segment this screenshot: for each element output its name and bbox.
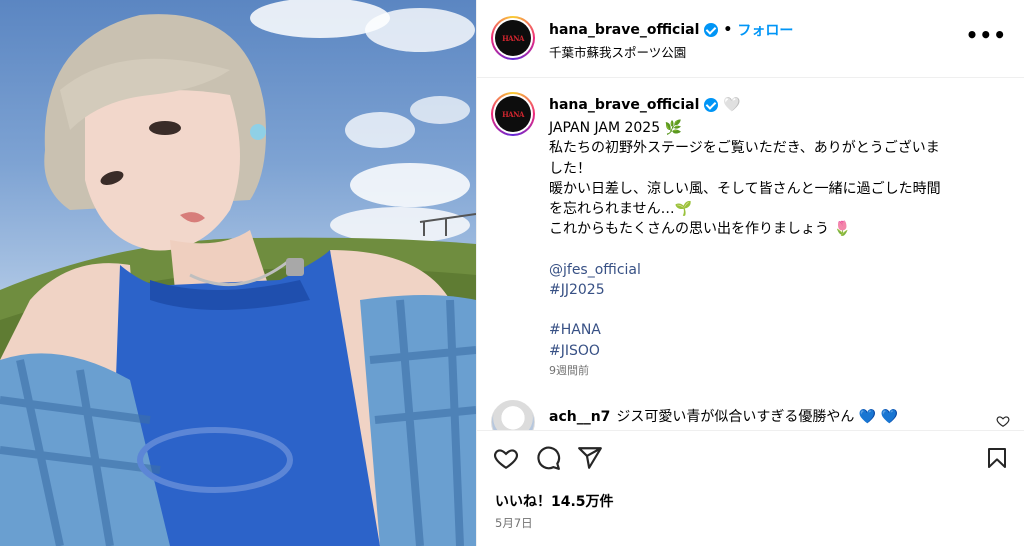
avatar-logo-text: HANA <box>502 109 524 119</box>
header-user-row: hana_brave_official • フォロー <box>549 20 793 40</box>
comment-like-heart-icon[interactable] <box>996 414 1010 428</box>
separator-dot: • <box>723 22 733 38</box>
avatar-logo-text: HANA <box>502 33 524 43</box>
post-date: 5月7日 <box>495 516 533 530</box>
more-options-icon[interactable]: ••• <box>966 25 1007 45</box>
hashtag-link-jisoo[interactable]: #JISOO <box>549 343 600 359</box>
follow-button[interactable]: フォロー <box>737 20 793 40</box>
caption-line: した！ <box>549 160 591 177</box>
hashtag-link-hana[interactable]: #HANA <box>549 322 601 338</box>
comment-hearts: 💙 💙 <box>858 409 899 425</box>
likes-count[interactable]: いいね！14.5万件 <box>495 491 614 511</box>
caption-line: 暖かい日差し、涼しい風、そして皆さんと一緒に過ごした時間 <box>549 180 941 197</box>
caption-line-blank <box>549 300 989 320</box>
verified-badge-icon <box>704 23 719 37</box>
commenter-username[interactable]: ach__n7 <box>549 409 610 425</box>
hashtag-link-jj2025[interactable]: #JJ2025 <box>549 282 605 298</box>
like-heart-icon[interactable] <box>493 445 519 471</box>
action-icons <box>493 445 603 471</box>
caption-line: JAPAN JAM 2025 🌿 <box>549 120 683 136</box>
heart-emoji: 🤍 <box>723 97 741 113</box>
caption-line-blank <box>549 240 989 260</box>
post-side-panel: HANA hana_brave_official • フォロー 千葉市蘇我スポー… <box>476 0 1024 546</box>
comment-text: ジス可愛い青が似合いすぎる優勝やん <box>616 409 855 425</box>
caption-user-row: hana_brave_official 🤍 <box>549 97 741 113</box>
caption-line: 私たちの初野外ステージをご覧いただき、ありがとうございま <box>549 140 940 157</box>
mention-link-jfes[interactable]: @jfes_official <box>549 262 641 278</box>
caption-line: を忘れられません…🌱 <box>549 201 693 218</box>
caption-text: JAPAN JAM 2025 🌿 私たちの初野外ステージをご覧いただき、ありがと… <box>549 118 989 361</box>
author-username[interactable]: hana_brave_official <box>549 22 699 38</box>
post-header: HANA hana_brave_official • フォロー 千葉市蘇我スポー… <box>477 0 1024 78</box>
caption-timestamp[interactable]: 9週間前 <box>549 362 589 378</box>
comment-row: ach__n7 ジス可愛い青が似合いすぎる優勝やん 💙 💙 <box>549 406 898 426</box>
verified-badge-icon <box>704 98 719 112</box>
instagram-post-window: HANA hana_brave_official • フォロー 千葉市蘇我スポー… <box>0 0 1024 546</box>
share-send-icon[interactable] <box>577 445 603 471</box>
post-photo[interactable] <box>0 0 476 546</box>
bookmark-save-icon[interactable] <box>985 445 1009 471</box>
author-avatar[interactable]: HANA <box>491 16 535 60</box>
comment-bubble-icon[interactable] <box>535 445 561 471</box>
photo-illustration <box>0 0 476 546</box>
caption-line: これからもたくさんの思い出を作りましょう 🌷 <box>549 221 851 238</box>
caption-author-avatar[interactable]: HANA <box>491 92 535 136</box>
action-bar: いいね！14.5万件 5月7日 <box>477 430 1024 546</box>
post-location[interactable]: 千葉市蘇我スポーツ公園 <box>549 42 686 61</box>
caption-username[interactable]: hana_brave_official <box>549 97 699 113</box>
